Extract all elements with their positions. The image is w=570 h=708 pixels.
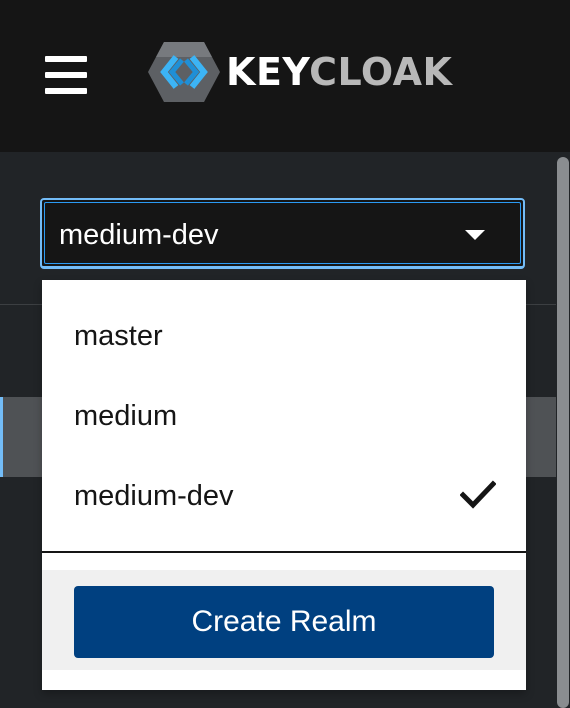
realm-option-label: master — [74, 320, 163, 352]
keycloak-logo-icon — [148, 42, 220, 102]
brand-wordmark: KEYCLOAK — [226, 50, 452, 94]
realm-option-medium-dev[interactable]: medium-dev — [42, 456, 526, 536]
menu-footer: Create Realm — [42, 570, 526, 670]
create-realm-button[interactable]: Create Realm — [74, 586, 494, 658]
brand-wordmark-key: KEY — [226, 50, 310, 94]
menu-divider — [42, 551, 526, 553]
realm-option-medium[interactable]: medium — [42, 376, 526, 456]
brand-wordmark-cloak: CLOAK — [309, 50, 453, 94]
app-page: KEYCLOAK medium-dev master medium medium… — [0, 0, 570, 708]
realm-option-label: medium — [74, 400, 178, 432]
realm-option-label: medium-dev — [74, 480, 234, 512]
hamburger-icon[interactable] — [45, 56, 87, 96]
check-icon — [460, 480, 496, 509]
realm-select-menu: master medium medium-dev Create Realm — [42, 280, 526, 690]
realm-select-value: medium-dev — [59, 219, 219, 251]
caret-down-icon — [465, 230, 485, 240]
brand-logo[interactable]: KEYCLOAK — [146, 40, 466, 104]
realm-select-toggle[interactable]: medium-dev — [40, 198, 525, 269]
masthead: KEYCLOAK — [0, 0, 570, 152]
scrollbar-thumb[interactable] — [557, 157, 569, 708]
realm-option-master[interactable]: master — [42, 296, 526, 376]
